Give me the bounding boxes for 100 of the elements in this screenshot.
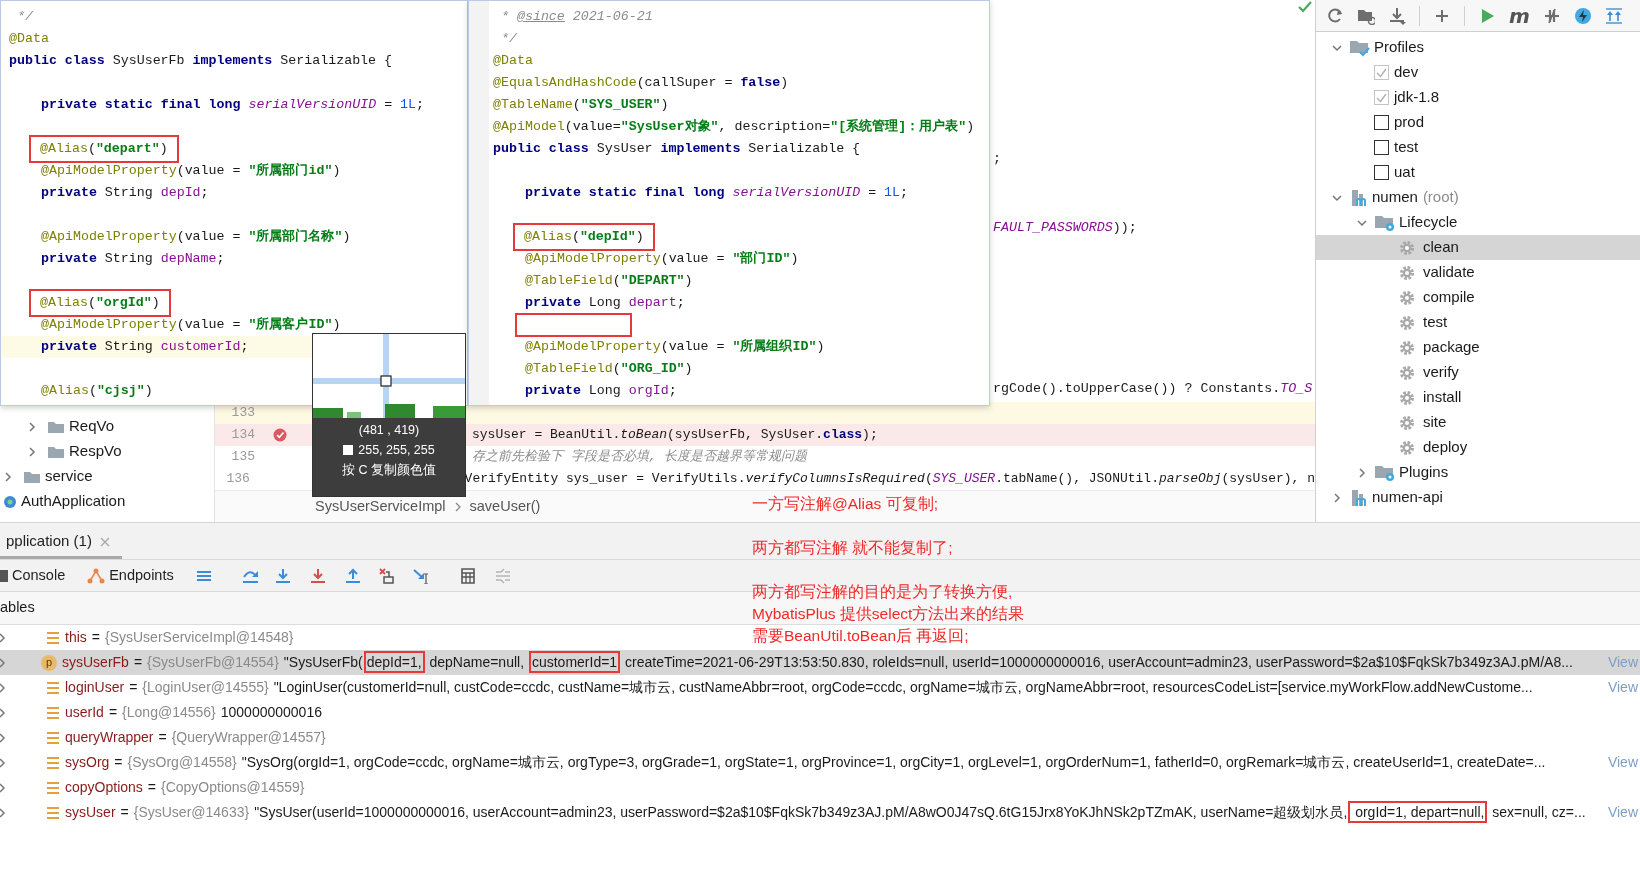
code-line: private String customerId; [41,338,249,357]
folder-gear-icon [1374,463,1396,482]
tree-item[interactable]: site [1423,411,1447,434]
maven-goal-button[interactable]: m [1509,5,1530,26]
tree-item[interactable]: jdk-1.8 [1394,86,1440,109]
tree-item[interactable]: Profiles [1374,36,1425,59]
folder-icon [47,444,65,459]
gear-icon [1399,414,1415,431]
tree-item[interactable]: compile [1423,286,1475,309]
tree-item[interactable]: install [1423,386,1462,409]
tree-item[interactable]: prod [1394,111,1425,134]
toolbar-button[interactable]: Console [0,564,66,587]
tree-item[interactable]: verify [1423,361,1459,384]
calculator-icon[interactable] [459,567,476,584]
code-line: @Data [9,30,49,49]
step-into-icon[interactable] [274,567,291,584]
code-line: public class SysUser implements Serializable { [493,140,861,159]
code-line: private Long orgId; [525,382,677,401]
code-line: @EqualsAndHashCode(callSuper = false) [493,74,789,93]
gear-icon [1399,264,1415,281]
reload-icon[interactable] [1326,6,1344,25]
variable-name: queryWrapper [65,728,154,747]
lightning-icon[interactable] [1573,6,1592,25]
marked-code-line: @Alias("depart") [31,137,177,161]
tree-item[interactable]: AuthApplication [21,490,126,513]
annotation-text: 两方都写注解的目的是为了转换方便, [752,582,1014,602]
tree-item[interactable]: Lifecycle [1399,211,1458,234]
variable-value: "SysOrg(orgId=1, orgCode=ccdc, orgName=城市云, orgType=3, orgGrade=1, orgState=1, orgProvince=1, orgCity=1, orgLevel=1, orgOrderNum=1, fatherId=0, orgRemark=城市云, createUserId=1, createDate=... [241,753,1547,772]
variable-type: {SysOrg@14558} [127,753,237,772]
tree-item[interactable]: Plugins [1399,461,1449,484]
code-line: private String depName; [41,250,225,269]
code-line: 存之前先检验下 字段是否必填, 长度是否越界等常规问题 [472,448,808,467]
tree-item[interactable]: uat [1394,161,1415,184]
checkbox[interactable] [1374,115,1389,130]
chevron-right-icon [453,501,462,512]
hint-text: 按 C 复制颜色值 [341,462,437,479]
code-line: private static final long serialVersionUID = 1L; [525,184,909,203]
marked-code-line: @Alias("depId") [515,225,653,249]
tree-item[interactable]: ReqVo [69,415,115,438]
folder-icon [47,419,65,434]
code-line: ; [993,151,1001,166]
step-out-icon[interactable] [344,567,361,584]
code-line: */ [15,8,33,27]
variable-type: {Long@14556} [122,703,216,722]
code-line: @ApiModelProperty(value = "所属组织ID") [525,338,825,357]
variable-name: loginUser [65,678,125,697]
variable-value: "LoginUser(customerId=null, custCode=ccdc, custName=城市云, custNameAbbr=root, orgCode=ccdc, orgName=城市云, orgNameAbbr=root, resourcesCodeList=[service.myWorkFlow.addNewCustome... [273,678,1534,697]
line-number: 133 [230,404,255,423]
field-icon [46,805,60,820]
variable-name: sysUserFb [62,653,129,672]
tree-item[interactable]: numen [1372,186,1418,209]
annotation-text: 需要BeanUtil.toBean后 再返回; [752,626,970,646]
variable-value: "SysUserFb( depId=1, depName=null, customerId=1 createTime=2021-06-29T13:53:50.830, roleIds=null, userId=1000000000016, userAccount=admin23, userPassword=$2a$10$FqkSk7b349z3AJ.pM/A8... [283,652,1600,673]
code-line: private String depId; [41,184,209,203]
line-number: 135 [230,448,255,467]
gear-icon [1399,364,1415,381]
marked-code-line: @Alias("orgId") [31,291,169,315]
force-step-into-icon[interactable] [309,567,326,584]
tree-item[interactable]: numen-api [1372,486,1443,509]
breadcrumb-item[interactable]: SysUserServiceImpl [315,495,446,518]
tree-item[interactable]: dev [1394,61,1419,84]
offline-icon[interactable] [1542,6,1561,25]
variable-name: sysOrg [65,753,110,772]
toolbar-button[interactable]: Endpoints [87,564,174,587]
equals-sign: = [91,628,100,647]
download-icon[interactable] [1388,6,1406,25]
collapse-all-icon[interactable] [1604,6,1623,25]
class-icon [3,494,17,509]
tree-item[interactable]: test [1423,311,1448,334]
run-to-cursor-icon[interactable] [412,567,429,584]
code-line: * @since 2021-06-21 [499,8,653,27]
gear-icon [1399,339,1415,356]
module-icon [1349,188,1369,207]
field-icon [46,780,60,795]
annotation-text: 一方写注解@Alias 可复制; [752,494,939,514]
tree-item[interactable]: package [1423,336,1480,359]
gear-icon [1399,314,1415,331]
breakpoint-icon[interactable] [273,428,287,443]
equals-sign: = [120,803,129,822]
tree-item[interactable]: RespVo [69,440,122,463]
tree-item[interactable]: test [1394,136,1419,159]
code-line: @TableField("ORG_ID") [525,360,693,379]
gear-icon [1399,289,1415,306]
code-line: rgCode().toUpperCase()) ? Constants.TO_S [993,381,1313,396]
check-icon [1298,1,1312,13]
checkbox[interactable] [1374,140,1389,155]
code-line: sysUser = BeanUtil.toBean(sysUserFb, SysUser.class); [472,426,878,445]
tree-item[interactable]: validate [1423,261,1475,284]
equals-sign: = [129,678,138,697]
tree-item[interactable]: deploy [1423,436,1468,459]
field-icon [46,705,60,720]
equals-sign: = [114,753,123,772]
color-swatch [343,445,354,455]
checkbox[interactable] [1374,165,1389,180]
code-line: @ApiModelProperty(value = "部门ID") [525,249,799,269]
breadcrumb-item[interactable]: saveUser() [469,495,541,518]
drop-frame-icon[interactable] [378,567,395,584]
tree-item[interactable]: clean [1423,236,1459,259]
tree-item[interactable]: service [45,465,93,488]
code-line: private Long depart; [525,294,685,313]
